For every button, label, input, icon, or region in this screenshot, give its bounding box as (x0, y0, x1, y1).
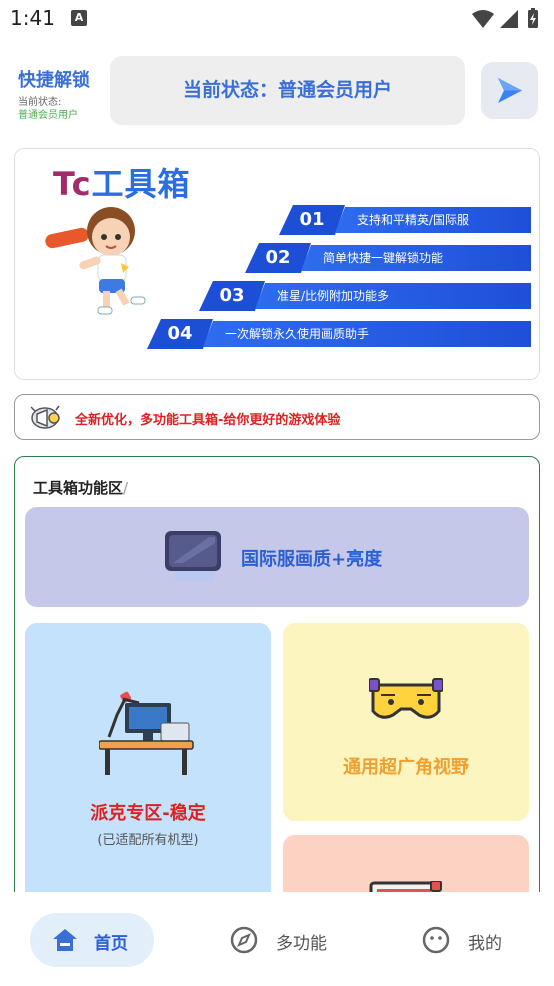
intl-quality-label: 国际服画质+亮度 (241, 549, 383, 570)
nav-multi-label: 多功能 (276, 934, 327, 954)
home-icon (53, 929, 77, 951)
signal-battery-icon (472, 8, 538, 28)
nav-me[interactable]: 我的 (418, 913, 528, 967)
feature-number: 03 (199, 281, 265, 311)
nav-home-label: 首页 (94, 934, 128, 954)
nav-home[interactable]: 首页 (30, 913, 154, 967)
status-value: 普通会员用户 (18, 110, 78, 121)
feature-number: 02 (245, 243, 311, 273)
notice-text: 全新优化，多功能工具箱-给你更好的游戏体验 (75, 413, 341, 428)
play-icon (498, 78, 522, 103)
feature-number: 04 (147, 319, 213, 349)
feature-text: 一次解锁永久使用画质助手 (203, 321, 531, 347)
mascot-boy-icon (45, 207, 146, 315)
desk-icon (99, 691, 194, 775)
pake-zone-card[interactable]: 派克专区-稳定 (已适配所有机型) (25, 623, 271, 923)
bottom-navigation: 首页 多功能 我的 (0, 892, 554, 986)
nav-multi[interactable]: 多功能 (226, 913, 356, 967)
app-title: 快捷解锁 (18, 70, 90, 91)
feature-item: 04 一次解锁永久使用画质助手 (147, 319, 531, 349)
tools-title-suffix: / (123, 479, 129, 497)
megaphone-icon (30, 405, 60, 429)
notification-icon: A (71, 10, 87, 26)
wide-view-card[interactable]: 通用超广角视野 (283, 623, 529, 821)
play-button[interactable] (481, 62, 538, 119)
tools-section-title: 工具箱功能区/ (33, 477, 128, 498)
feature-item: 02 简单快捷一键解锁功能 (245, 243, 531, 273)
feature-item: 03 准星/比例附加功能多 (199, 281, 531, 311)
banner-title: Tc工具箱 (53, 159, 191, 205)
membership-status-button[interactable]: 当前状态：普通会员用户 (110, 56, 465, 125)
app-screen: 1:41 A 快捷解锁 当前状态: 普通会员用户 当前状态：普通会员用户 Tc工… (0, 0, 554, 986)
vr-glasses-icon (369, 678, 443, 719)
intl-quality-card[interactable]: 国际服画质+亮度 (25, 507, 529, 607)
feature-text: 简单快捷一键解锁功能 (301, 245, 531, 271)
monitor-icon (165, 531, 221, 581)
pake-zone-sub: (已适配所有机型) (97, 833, 199, 848)
feature-text: 准星/比例附加功能多 (255, 283, 531, 309)
compass-icon (230, 926, 258, 954)
feature-text: 支持和平精英/国际服 (335, 207, 531, 233)
nav-me-label: 我的 (468, 934, 502, 954)
clock: 1:41 (10, 6, 55, 30)
banner-title-main: 工具箱 (91, 165, 191, 203)
status-bar: 1:41 A (0, 0, 554, 38)
face-icon (422, 926, 450, 954)
feature-number: 01 (279, 205, 345, 235)
tools-title-text: 工具箱功能区 (33, 479, 124, 497)
wide-view-label: 通用超广角视野 (343, 757, 469, 778)
promo-banner[interactable]: Tc工具箱 01 支持和平精英/国际服 02 简单快捷一键解锁功能 03 准星/… (14, 148, 540, 380)
notice-bar[interactable]: 全新优化，多功能工具箱-给你更好的游戏体验 (14, 394, 540, 440)
feature-item: 01 支持和平精英/国际服 (279, 205, 531, 235)
pake-zone-label: 派克专区-稳定 (90, 803, 206, 824)
banner-title-prefix: Tc (53, 165, 92, 203)
header: 快捷解锁 当前状态: 普通会员用户 当前状态：普通会员用户 (0, 56, 554, 126)
